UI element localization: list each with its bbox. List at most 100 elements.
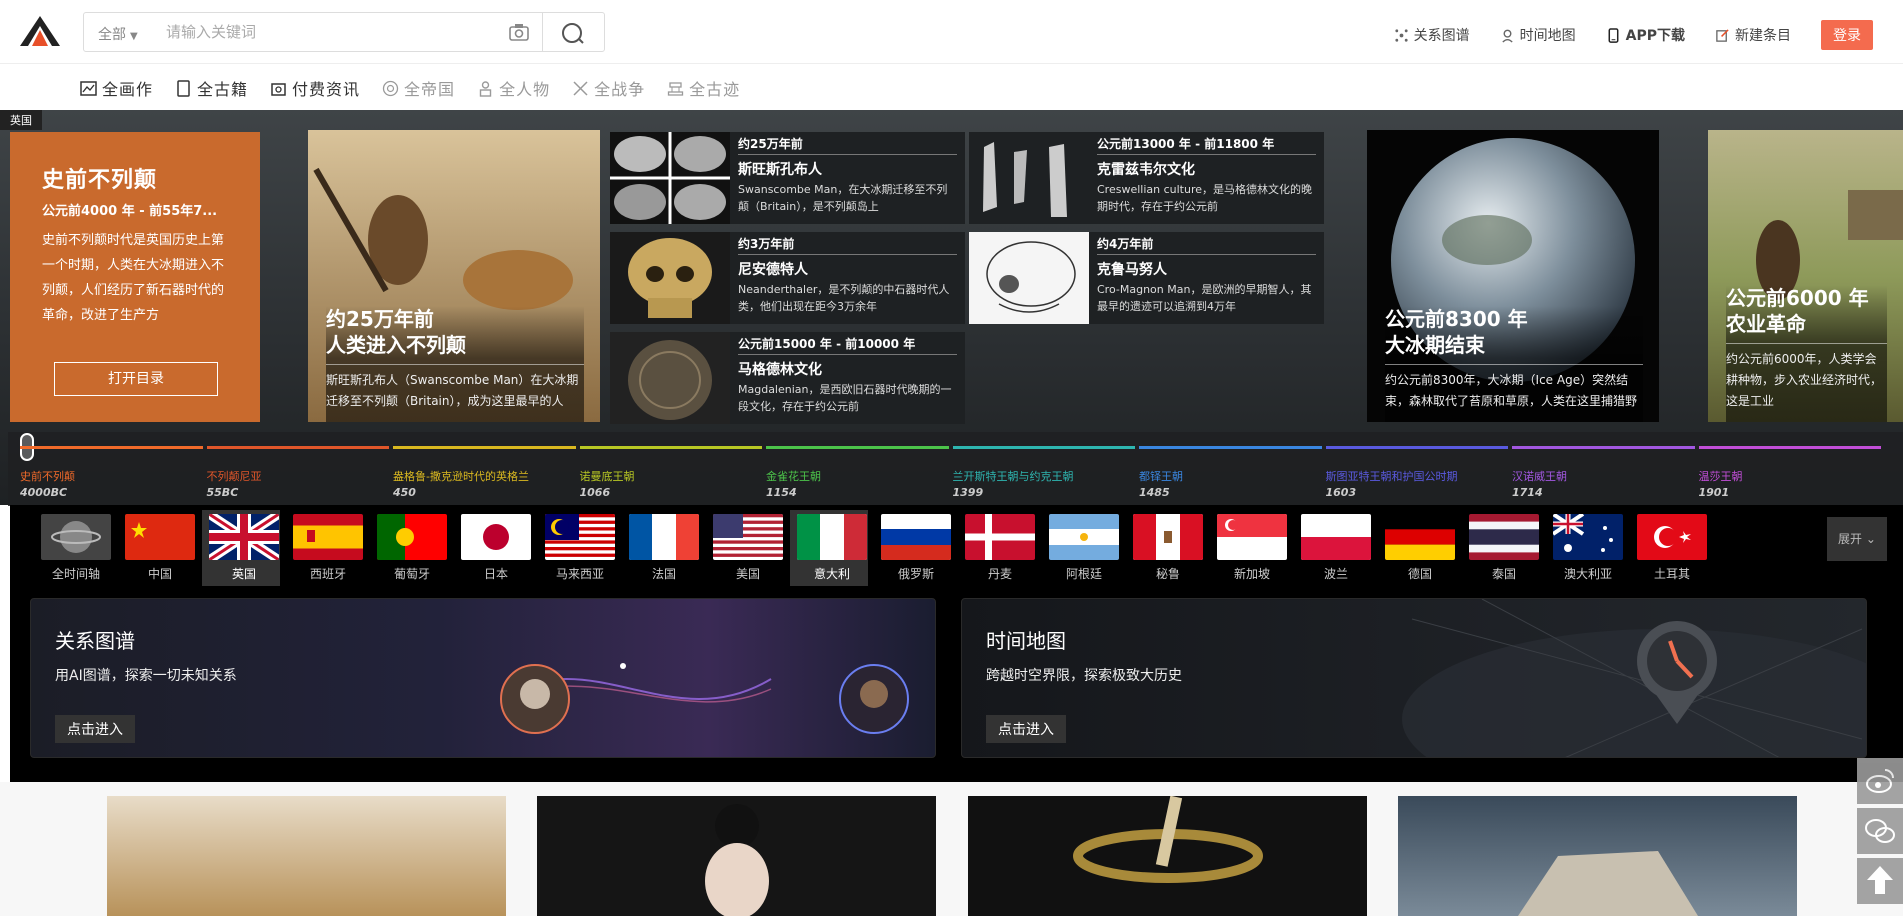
enter-button[interactable]: 点击进入 [55,715,135,743]
country-item[interactable]: 西班牙 [286,510,364,586]
timeline-segment[interactable] [393,446,576,449]
edit-icon [1715,28,1730,43]
timeline-segment[interactable] [1325,446,1508,449]
timeline-label[interactable]: 金雀花王朝 [766,468,821,484]
event-desc: 斯旺斯孔布人（Swanscombe Man）在大冰期迁移至不列颠（Britain… [326,373,579,408]
timeline-segment[interactable] [1512,446,1695,449]
small-event-card[interactable]: 公元前13000 年 - 前11800 年克雷兹韦尔文化 Creswellian … [969,132,1324,224]
country-name: 全时间轴 [51,567,100,581]
search-scope-select[interactable]: 全部 ▼ [98,24,138,44]
back-to-top-button[interactable] [1857,858,1903,904]
header-link-label: 关系图谱 [1413,28,1470,44]
nav-item-4[interactable]: 全人物 [477,76,550,100]
timeline-year: 1901 [1698,486,1730,499]
camera-icon[interactable] [508,22,530,42]
nav-item-5[interactable]: 全战争 [572,76,645,100]
country-item[interactable]: 法国 [622,510,700,586]
nav-item-3[interactable]: 全帝国 [382,76,455,100]
country-name: 法国 [651,567,676,581]
country-item[interactable]: 英国 [202,510,280,586]
site-logo-icon[interactable] [18,14,62,48]
open-catalog-button[interactable]: 打开目录 [54,362,218,396]
header-link-2[interactable]: APP下载 [1606,25,1685,45]
timeline-segment[interactable] [766,446,949,449]
article-grid [0,782,1903,916]
country-item[interactable]: 泰国 [1462,510,1540,586]
country-item[interactable]: 秘鲁 [1126,510,1204,586]
country-item[interactable]: 土耳其 [1630,510,1708,586]
small-event-card[interactable]: 约4万年前 克鲁马努人 Cro-Magnon Man，是欧洲的早期智人，其最早的遗迹… [969,232,1324,324]
timeline-segment[interactable] [579,446,762,449]
wechat-share-button[interactable] [1857,808,1903,854]
country-item[interactable]: 阿根廷 [1042,510,1120,586]
enter-button[interactable]: 点击进入 [986,715,1066,743]
search-input[interactable] [166,19,546,45]
article-card[interactable] [1398,796,1797,916]
paid-icon [270,80,287,97]
small-event-card[interactable]: 约25万年前 斯旺斯孔布人 Swanscombe Man，在大冰期迁移至不列颠（Br… [610,132,965,224]
timeline-label[interactable]: 都铎王朝 [1139,468,1183,484]
article-card[interactable] [107,796,506,916]
header-link-0[interactable]: 关系图谱 [1394,25,1470,45]
search-divider [542,13,543,51]
timeline-segment[interactable] [206,446,389,449]
book-icon [175,79,192,97]
country-item[interactable]: 马来西亚 [538,510,616,586]
category-nav: 全画作 全古籍 付费资讯 全帝国 全人物 全战争 全古迹 [80,76,740,100]
event-card[interactable]: 公元前6000 年 农业革命 约公元前6000年，人类学会耕种物，步入农业经济时… [1708,130,1903,422]
country-item[interactable]: 丹麦 [958,510,1036,586]
small-event-card[interactable]: 约3万年前 尼安德特人 Neanderthaler，是不列颠的中石器时代人类，他们出… [610,232,965,324]
country-item[interactable]: 俄罗斯 [874,510,952,586]
timeline-label[interactable]: 兰开斯特王朝与约克王朝 [953,468,1074,484]
person-icon [477,80,494,97]
header-link-label: 新建条目 [1735,28,1791,44]
timeline-segment[interactable] [1698,446,1881,449]
country-item[interactable]: 葡萄牙 [370,510,448,586]
article-card[interactable] [968,796,1367,916]
timeline-label[interactable]: 史前不列颠 [20,468,75,484]
flag-icon [1133,514,1203,560]
header-link-1[interactable]: 时间地图 [1500,25,1576,45]
nav-item-1[interactable]: 全古籍 [175,76,248,100]
event-desc: 约公元前6000年，人类学会耕种物，步入农业经济时代，这是工业 [1726,352,1883,408]
country-item[interactable]: 中国 [118,510,196,586]
event-caption: 约25万年前 人类进入不列颠 斯旺斯孔布人（Swanscombe Man）在大冰… [326,306,584,422]
country-name: 美国 [735,567,760,581]
country-item[interactable]: 日本 [454,510,532,586]
timeline-label[interactable]: 汉诺威王朝 [1512,468,1567,484]
timeline-segment[interactable] [952,446,1135,449]
article-card[interactable] [537,796,936,916]
event-card[interactable]: 约25万年前 人类进入不列颠 斯旺斯孔布人（Swanscombe Man）在大冰… [308,130,600,422]
nav-item-label: 全古迹 [689,80,741,99]
login-button[interactable]: 登录 [1821,20,1873,50]
time-map-card[interactable]: 时间地图 跨越时空界限，探索极致大历史 点击进入 [961,598,1867,758]
country-item[interactable]: 波兰 [1294,510,1372,586]
event-date: 约3万年前 [738,232,957,255]
weibo-share-button[interactable] [1857,758,1903,804]
timeline-label[interactable]: 盎格鲁-撒克逊时代的英格兰 [393,468,529,484]
small-event-card[interactable]: 公元前15000 年 - 前10000 年马格德林文化 Magdalenian，是… [610,332,965,424]
nav-item-0[interactable]: 全画作 [80,76,153,100]
nav-item-label: 全帝国 [404,80,456,99]
nav-item-6[interactable]: 全古迹 [667,76,740,100]
header-link-3[interactable]: 新建条目 [1715,25,1791,45]
timeline-label[interactable]: 温莎王朝 [1699,468,1743,484]
country-item[interactable]: 德国 [1378,510,1456,586]
timeline-segment[interactable] [1139,446,1322,449]
country-item[interactable]: 全时间轴 [34,510,112,586]
event-card[interactable]: 公元前8300 年 大冰期结束 约公元前8300年，大冰期（Ice Age）突然… [1367,130,1659,422]
timeline-segment[interactable] [20,446,203,449]
timeline-label[interactable]: 诺曼底王朝 [580,468,635,484]
timeline-label[interactable]: 斯图亚特王朝和护国公时期 [1326,468,1458,484]
expand-button[interactable]: 展开 ⌄ [1827,517,1887,561]
country-name: 丹麦 [987,567,1012,581]
country-item[interactable]: 美国 [706,510,784,586]
country-item[interactable]: 意大利 [790,510,868,586]
flag-icon [629,514,699,560]
country-item[interactable]: 新加坡 [1210,510,1288,586]
search-icon[interactable] [556,20,590,46]
nav-item-2[interactable]: 付费资讯 [270,76,360,100]
timeline-label[interactable]: 不列颠尼亚 [207,468,262,484]
relation-graph-card[interactable]: 关系图谱 用AI图谱，探索一切未知关系 点击进入 [30,598,936,758]
country-item[interactable]: 澳大利亚 [1546,510,1624,586]
